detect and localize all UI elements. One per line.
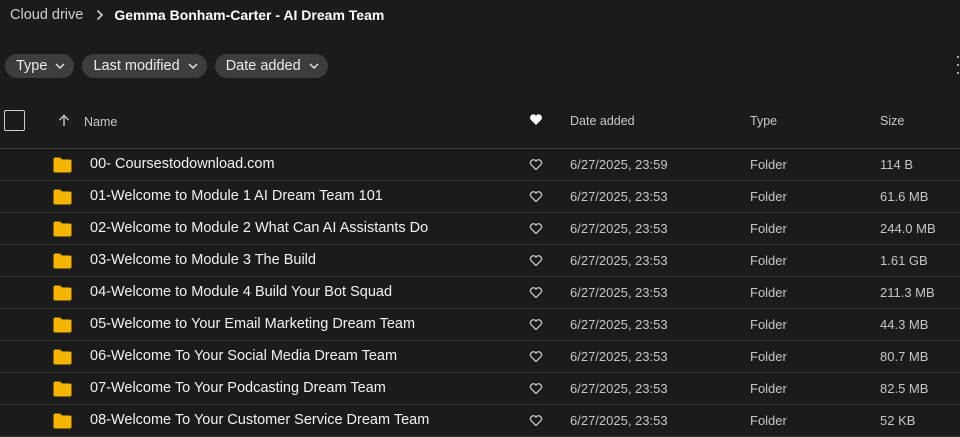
date-added: 6/27/2025, 23:59 — [570, 157, 668, 172]
table-row[interactable]: 03-Welcome to Module 3 The Build 6/27/20… — [0, 245, 960, 277]
filter-type-button[interactable]: Type — [5, 54, 75, 78]
file-size: 44.3 MB — [880, 317, 929, 332]
heart-outline-icon[interactable] — [529, 190, 543, 206]
table-row[interactable]: 02-Welcome to Module 2 What Can AI Assis… — [0, 213, 960, 245]
file-name: 00- Coursestodownload.com — [90, 156, 275, 172]
date-added: 6/27/2025, 23:53 — [570, 413, 668, 428]
table-row[interactable]: 00- Coursestodownload.com 6/27/2025, 23:… — [0, 149, 960, 181]
filter-bar: Type Last modified Date added — [5, 54, 328, 78]
column-header-size[interactable]: Size — [880, 114, 904, 128]
chevron-down-icon — [309, 63, 319, 69]
file-type: Folder — [750, 253, 787, 268]
table-row[interactable]: 06-Welcome To Your Social Media Dream Te… — [0, 341, 960, 373]
file-type: Folder — [750, 349, 787, 364]
file-size: 52 KB — [880, 413, 916, 428]
chevron-down-icon — [188, 63, 198, 69]
table-row[interactable]: 05-Welcome to Your Email Marketing Dream… — [0, 309, 960, 341]
filter-last-modified-button[interactable]: Last modified — [82, 54, 207, 78]
file-size: 1.61 GB — [880, 253, 928, 268]
date-added: 6/27/2025, 23:53 — [570, 317, 668, 332]
file-name: 06-Welcome To Your Social Media Dream Te… — [90, 348, 398, 364]
heart-outline-icon[interactable] — [529, 254, 543, 270]
file-name: 05-Welcome to Your Email Marketing Dream… — [90, 316, 416, 332]
folder-icon — [53, 221, 72, 240]
folder-icon — [53, 189, 72, 208]
file-type: Folder — [750, 317, 787, 332]
filter-date-added-button[interactable]: Date added — [214, 54, 328, 78]
date-added: 6/27/2025, 23:53 — [570, 189, 668, 204]
date-added: 6/27/2025, 23:53 — [570, 349, 668, 364]
table-row[interactable]: 08-Welcome To Your Customer Service Drea… — [0, 405, 960, 437]
file-type: Folder — [750, 285, 787, 300]
file-type: Folder — [750, 381, 787, 396]
more-options-icon[interactable] — [956, 56, 960, 74]
sort-ascending-icon[interactable] — [58, 114, 70, 130]
heart-outline-icon[interactable] — [529, 318, 543, 334]
heart-outline-icon[interactable] — [529, 222, 543, 238]
file-name: 07-Welcome To Your Podcasting Dream Team — [90, 380, 386, 396]
heart-outline-icon[interactable] — [529, 382, 543, 398]
file-type: Folder — [750, 157, 787, 172]
file-type: Folder — [750, 413, 787, 428]
table-row[interactable]: 01-Welcome to Module 1 AI Dream Team 101… — [0, 181, 960, 213]
column-header-type[interactable]: Type — [750, 114, 777, 128]
folder-icon — [53, 349, 72, 368]
file-type: Folder — [750, 221, 787, 236]
date-added: 6/27/2025, 23:53 — [570, 285, 668, 300]
folder-icon — [53, 317, 72, 336]
file-size: 211.3 MB — [880, 285, 935, 300]
folder-icon — [53, 285, 72, 304]
file-size: 244.0 MB — [880, 221, 936, 236]
folder-icon — [53, 157, 72, 176]
folder-icon — [53, 253, 72, 272]
table-header: Name Date added Type Size — [0, 100, 960, 149]
column-header-name[interactable]: Name — [84, 115, 117, 129]
chevron-down-icon — [55, 63, 65, 69]
table-row[interactable]: 07-Welcome To Your Podcasting Dream Team… — [0, 373, 960, 405]
file-name: 01-Welcome to Module 1 AI Dream Team 101 — [90, 188, 383, 204]
select-all-checkbox[interactable] — [4, 110, 25, 131]
filter-last-modified-label: Last modified — [93, 58, 180, 74]
table-row[interactable]: 04-Welcome to Module 4 Build Your Bot Sq… — [0, 277, 960, 309]
chevron-right-icon — [96, 9, 104, 21]
date-added: 6/27/2025, 23:53 — [570, 381, 668, 396]
breadcrumb: Cloud drive Gemma Bonham-Carter - AI Dre… — [10, 5, 384, 25]
breadcrumb-root[interactable]: Cloud drive — [10, 7, 83, 23]
file-type: Folder — [750, 189, 787, 204]
filter-type-label: Type — [16, 58, 48, 74]
column-header-date-added[interactable]: Date added — [570, 114, 635, 128]
file-list: 00- Coursestodownload.com 6/27/2025, 23:… — [0, 149, 960, 437]
file-name: 03-Welcome to Module 3 The Build — [90, 252, 316, 268]
date-added: 6/27/2025, 23:53 — [570, 221, 668, 236]
heart-outline-icon[interactable] — [529, 350, 543, 366]
heart-outline-icon[interactable] — [529, 286, 543, 302]
file-size: 114 B — [880, 157, 914, 172]
heart-outline-icon[interactable] — [529, 158, 543, 174]
file-size: 80.7 MB — [880, 349, 929, 364]
folder-icon — [53, 381, 72, 400]
breadcrumb-current: Gemma Bonham-Carter - AI Dream Team — [114, 7, 385, 23]
file-name: 08-Welcome To Your Customer Service Drea… — [90, 412, 430, 428]
file-name: 02-Welcome to Module 2 What Can AI Assis… — [90, 220, 429, 236]
filter-date-added-label: Date added — [225, 58, 301, 74]
file-size: 82.5 MB — [880, 381, 929, 396]
heart-icon[interactable] — [529, 113, 543, 129]
date-added: 6/27/2025, 23:53 — [570, 253, 668, 268]
heart-outline-icon[interactable] — [529, 414, 543, 430]
file-size: 61.6 MB — [880, 189, 929, 204]
file-name: 04-Welcome to Module 4 Build Your Bot Sq… — [90, 284, 393, 300]
folder-icon — [53, 413, 72, 432]
